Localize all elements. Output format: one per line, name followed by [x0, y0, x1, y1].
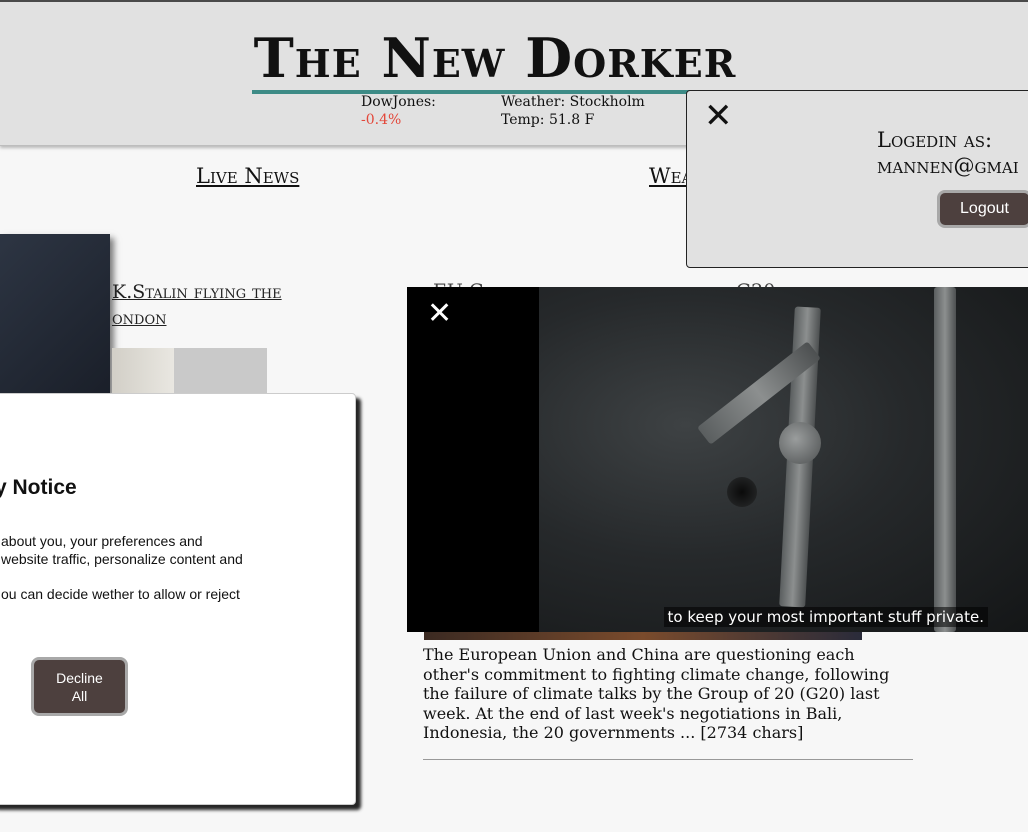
- weather-label: Weather: Stockholm: [501, 94, 645, 110]
- privacy-title: y Notice: [0, 476, 77, 499]
- dow-label: DowJones:: [361, 94, 436, 110]
- privacy-text-line-2: website traffic, personalize content and: [1, 551, 243, 567]
- decline-label-1: Decline: [56, 669, 103, 686]
- temp-label: Temp: 51.8 F: [501, 112, 595, 128]
- login-email: mannen@gmai: [877, 154, 1019, 178]
- article-left-title[interactable]: K.Stalin flying the ondon: [112, 279, 312, 331]
- video-hinge-knob: [779, 422, 821, 464]
- dow-change: -0.4%: [361, 112, 402, 128]
- logout-button[interactable]: Logout: [937, 190, 1028, 228]
- login-close-icon[interactable]: ✕: [704, 99, 733, 133]
- login-popup: ✕ Logedin as: mannen@gmai Logout: [686, 90, 1028, 268]
- dow-ticker: DowJones: -0.4%: [361, 93, 436, 129]
- dark-side-panel: [0, 234, 110, 394]
- video-caption: to keep your most important stuff privat…: [663, 607, 988, 627]
- nav-live-news[interactable]: Live News: [196, 164, 299, 188]
- privacy-text-line-1: about you, your preferences and: [1, 533, 203, 549]
- decline-label-2: All: [71, 687, 88, 704]
- video-frame[interactable]: [539, 287, 1028, 632]
- video-popup[interactable]: ✕ to keep your most important stuff priv…: [407, 287, 1028, 632]
- login-status: Logedin as: mannen@gmai: [877, 127, 1019, 179]
- top-strip: [0, 0, 1028, 2]
- video-close-icon[interactable]: ✕: [427, 299, 452, 329]
- article-divider: [423, 759, 913, 760]
- site-title-text[interactable]: The New Dorker: [251, 26, 739, 94]
- article-left-thumbnail[interactable]: [112, 348, 267, 394]
- login-status-label: Logedin as:: [877, 128, 993, 152]
- video-hinge-bar-2: [934, 287, 956, 632]
- site-title[interactable]: The New Dorker: [0, 26, 990, 94]
- privacy-text-line-3: ou can decide wether to allow or reject: [1, 586, 240, 602]
- video-hole: [727, 477, 757, 507]
- weather-widget: Weather: Stockholm Temp: 51.8 F: [501, 93, 645, 129]
- decline-all-button[interactable]: Decline All: [31, 657, 128, 716]
- privacy-notice-popup: y Notice about you, your preferences and…: [0, 393, 356, 805]
- article-body: The European Union and China are questio…: [423, 645, 890, 742]
